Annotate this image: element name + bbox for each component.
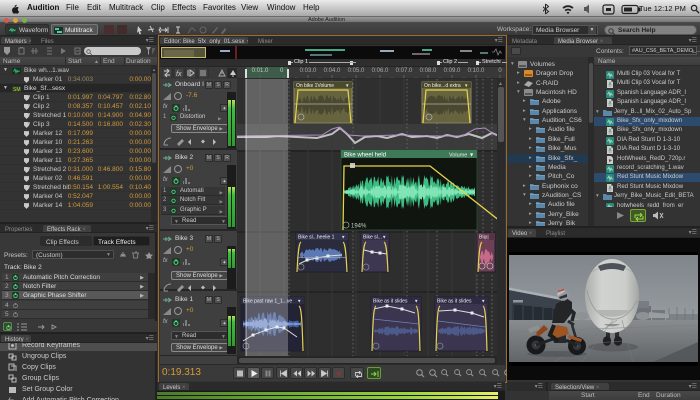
svg-text:▼: ▼ bbox=[481, 299, 485, 304]
svg-text:▼: ▼ bbox=[464, 83, 468, 88]
svg-text:On bike...d extra: On bike...d extra bbox=[424, 83, 461, 89]
svg-text:Blip|: Blip| bbox=[479, 235, 489, 241]
svg-text:▲: ▲ bbox=[498, 81, 503, 87]
svg-text:▼: ▼ bbox=[341, 235, 345, 240]
svg-text:▼: ▼ bbox=[297, 299, 301, 304]
svg-text:On bike 1Volume: On bike 1Volume bbox=[296, 83, 334, 89]
svg-text:Bike as it slides: Bike as it slides bbox=[373, 299, 408, 305]
svg-text:▼: ▼ bbox=[345, 83, 349, 88]
svg-text:Bike sl...heelie 1: Bike sl...heelie 1 bbox=[298, 235, 335, 241]
svg-text:fx: fx bbox=[176, 71, 182, 78]
svg-text:Bike wheel held: Bike wheel held bbox=[344, 153, 386, 159]
svg-text:▼: ▼ bbox=[414, 299, 418, 304]
svg-text:Volume ▼: Volume ▼ bbox=[449, 153, 474, 159]
svg-text:194%: 194% bbox=[351, 224, 367, 230]
svg-text:SM: SM bbox=[13, 87, 21, 92]
svg-text:Bike sl...: Bike sl... bbox=[363, 235, 382, 241]
svg-text:▼: ▼ bbox=[382, 235, 386, 240]
svg-text:Bike as it slides: Bike as it slides bbox=[437, 299, 472, 305]
